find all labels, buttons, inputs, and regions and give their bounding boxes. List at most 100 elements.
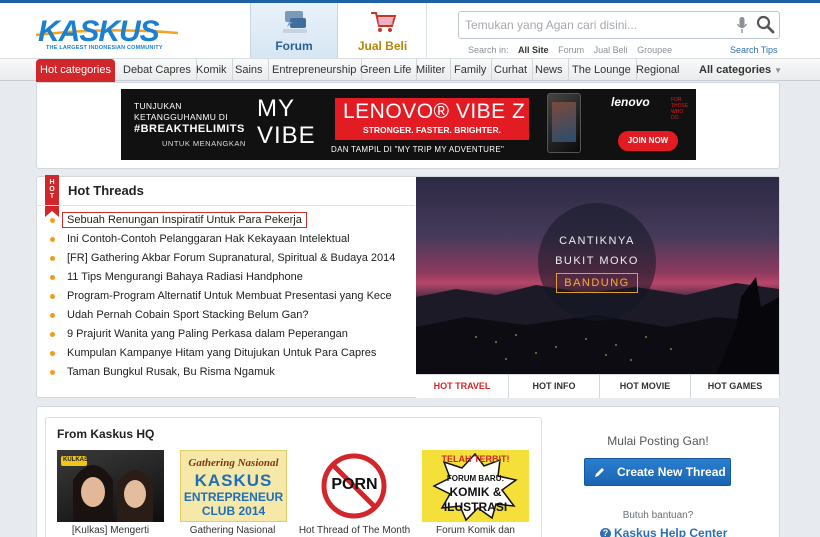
hq-thumb-hot-thread[interactable]: PORN — [301, 450, 408, 522]
komik-thumb-text-4: ILUSTRASI — [443, 500, 508, 514]
lenovo-ad-banner[interactable]: TUNJUKAN KETANGGUHANMU DI #BREAKTHELIMIT… — [121, 89, 696, 160]
category-family[interactable]: Family — [449, 59, 493, 81]
hq-thumb-komik[interactable]: TELAH TERBIT! FORUM BARU: KOMIK & ILUSTR… — [422, 450, 529, 522]
ad-join-button[interactable]: JOIN NOW — [618, 131, 678, 151]
all-categories-dropdown[interactable]: All categories ▼ — [699, 59, 782, 82]
search-icon[interactable] — [756, 15, 775, 34]
hot-thread-link[interactable]: Sebuah Renungan Inspiratif Untuk Para Pe… — [62, 212, 307, 228]
photo-caption-circle: CANTIKNYA BUKIT MOKO BANDUNG — [538, 203, 656, 321]
category-debat-capres[interactable]: Debat Capres — [118, 59, 197, 81]
logo-tagline: THE LARGEST INDONESIAN COMMUNITY — [46, 45, 163, 51]
forum-icon — [283, 11, 307, 33]
tab-hot-games[interactable]: HOT GAMES — [690, 375, 779, 398]
search-box — [458, 11, 780, 39]
ad-line-2: KETANGGUHANMU DI — [134, 112, 228, 122]
search-in-label: Search in: — [468, 45, 509, 55]
gathering-thumb-text-1: Gathering Nasional — [188, 457, 279, 469]
chevron-down-icon: ▼ — [774, 66, 783, 75]
nav-tab-forum[interactable]: Forum — [250, 3, 338, 58]
hot-thread-link[interactable]: Ini Contoh-Contoh Pelanggaran Hak Kekaya… — [67, 233, 350, 245]
search-scope-all-site[interactable]: All Site — [518, 45, 549, 55]
hot-thread-item[interactable]: Taman Bungkul Rusak, Bu Risma Ngamuk — [49, 364, 409, 383]
featured-travel-photo[interactable]: CANTIKNYA BUKIT MOKO BANDUNG — [416, 177, 779, 374]
ad-text-block: TUNJUKAN KETANGGUHANMU DI — [134, 101, 228, 123]
create-new-thread-button[interactable]: Create New Thread — [584, 458, 731, 486]
all-categories-label: All categories — [699, 64, 772, 76]
hot-thread-item[interactable]: 11 Tips Mengurangi Bahaya Radiasi Handph… — [49, 269, 409, 288]
ad-line-1: TUNJUKAN — [134, 101, 182, 111]
phone-image — [547, 93, 581, 153]
category-curhat[interactable]: Curhat — [489, 59, 534, 81]
hot-threads-title: Hot Threads — [68, 183, 144, 198]
gathering-thumb-text-4: CLUB 2014 — [201, 504, 266, 518]
tab-hot-travel[interactable]: HOT TRAVEL — [416, 375, 508, 398]
hot-thread-link[interactable]: Udah Pernah Cobain Sport Stacking Belum … — [67, 309, 309, 321]
ad-subtitle: DAN TAMPIL DI "MY TRIP MY ADVENTURE" — [331, 145, 505, 154]
category-green-life[interactable]: Green Life — [355, 59, 418, 81]
kaskus-logo[interactable]: KASKUS THE LARGEST INDONESIAN COMMUNITY — [36, 17, 178, 53]
hot-thread-link[interactable]: Program-Program Alternatif Untuk Membuat… — [67, 290, 392, 302]
hot-thread-item[interactable]: Program-Program Alternatif Untuk Membuat… — [49, 288, 409, 307]
hq-thumb-kulkas[interactable]: KULKAS — [57, 450, 164, 522]
category-the-lounge[interactable]: The Lounge — [567, 59, 637, 81]
ad-untuk: UNTUK MENANGKAN — [162, 139, 246, 148]
feature-tabs: HOT TRAVEL HOT INFO HOT MOVIE HOT GAMES — [416, 374, 779, 398]
hot-thread-link[interactable]: Taman Bungkul Rusak, Bu Risma Ngamuk — [67, 366, 275, 378]
ad-my: MY — [257, 95, 295, 122]
photo-caption-line-1: CANTIKNYA — [559, 235, 635, 247]
divider — [37, 205, 415, 206]
komik-thumb-text-3: KOMIK & — [449, 485, 502, 499]
help-center-label: Kaskus Help Center — [614, 526, 728, 537]
hot-thread-link[interactable]: [FR] Gathering Akbar Forum Supranatural,… — [67, 252, 395, 264]
from-hq-title: From Kaskus HQ — [57, 427, 155, 441]
create-new-thread-label: Create New Thread — [617, 465, 726, 479]
komik-thumb-text-1: TELAH TERBIT! — [441, 454, 510, 464]
nav-tab-jual-beli[interactable]: Jual Beli — [339, 3, 427, 58]
category-regional[interactable]: Regional — [631, 59, 684, 81]
hot-thread-item[interactable]: 9 Prajurit Wanita yang Paling Perkasa da… — [49, 326, 409, 345]
category-news[interactable]: News — [530, 59, 569, 81]
help-question: Butuh bantuan? — [622, 510, 694, 521]
tab-hot-info[interactable]: HOT INFO — [508, 375, 599, 398]
hot-thread-item[interactable]: Kumpulan Kampanye Hitam yang Ditujukan U… — [49, 345, 409, 364]
hot-badge-text: HOT — [49, 179, 55, 200]
hq-caption-gathering[interactable]: Gathering Nasional — [175, 525, 290, 536]
hot-thread-list: Sebuah Renungan Inspiratif Untuk Para Pe… — [49, 212, 409, 383]
hot-thread-link[interactable]: 11 Tips Mengurangi Bahaya Radiasi Handph… — [67, 271, 303, 283]
nav-tab-jual-beli-label: Jual Beli — [357, 39, 408, 53]
category-komik[interactable]: Komik — [191, 59, 233, 81]
porn-sign-text: PORN — [331, 476, 378, 493]
posting-prompt: Mulai Posting Gan! — [607, 434, 709, 448]
hot-categories-tab[interactable]: Hot categories — [36, 59, 115, 82]
hq-caption-komik[interactable]: Forum Komik dan — [418, 525, 533, 536]
hot-thread-link[interactable]: Kumpulan Kampanye Hitam yang Ditujukan U… — [67, 347, 376, 359]
hot-thread-item[interactable]: Udah Pernah Cobain Sport Stacking Belum … — [49, 307, 409, 326]
hot-thread-item[interactable]: Sebuah Renungan Inspiratif Untuk Para Pe… — [49, 212, 409, 231]
pencil-icon — [595, 468, 604, 477]
ad-tagline: STRONGER. FASTER. BRIGHTER. — [363, 125, 501, 135]
hot-thread-item[interactable]: Ini Contoh-Contoh Pelanggaran Hak Kekaya… — [49, 231, 409, 250]
category-sains[interactable]: Sains — [230, 59, 269, 81]
gathering-thumb-text-2: KASKUS — [194, 471, 273, 490]
hq-thumb-gathering[interactable]: Gathering Nasional KASKUS ENTREPRENEUR C… — [180, 450, 287, 522]
help-center-link[interactable]: ? Kaskus Help Center — [600, 526, 727, 537]
hq-caption-hot-thread[interactable]: Hot Thread of The Month — [297, 525, 412, 536]
shopping-cart-icon — [371, 12, 397, 32]
ad-brand-sub: FOR THOSE WHO DO. — [671, 97, 689, 121]
help-icon: ? — [600, 528, 611, 537]
search-scope-groupee[interactable]: Groupee — [637, 45, 672, 55]
search-scope-jual-beli[interactable]: Jual Beli — [594, 45, 628, 55]
hot-thread-link[interactable]: 9 Prajurit Wanita yang Paling Perkasa da… — [67, 328, 348, 340]
kulkas-thumb-text: KULKAS — [63, 457, 88, 463]
search-scope-forum[interactable]: Forum — [558, 45, 584, 55]
tab-hot-movie[interactable]: HOT MOVIE — [599, 375, 690, 398]
gathering-thumb-text-3: ENTREPRENEUR — [183, 490, 284, 504]
category-militer[interactable]: Militer — [411, 59, 452, 81]
hq-caption-kulkas[interactable]: [Kulkas] Mengerti — [53, 525, 168, 536]
ad-brand-logo: lenovo — [611, 95, 650, 109]
category-entrepreneurship[interactable]: Entrepreneurship — [267, 59, 363, 81]
search-tips-link[interactable]: Search Tips — [730, 45, 778, 55]
microphone-icon[interactable] — [736, 17, 748, 34]
hot-thread-item[interactable]: [FR] Gathering Akbar Forum Supranatural,… — [49, 250, 409, 269]
search-input[interactable] — [465, 16, 725, 34]
